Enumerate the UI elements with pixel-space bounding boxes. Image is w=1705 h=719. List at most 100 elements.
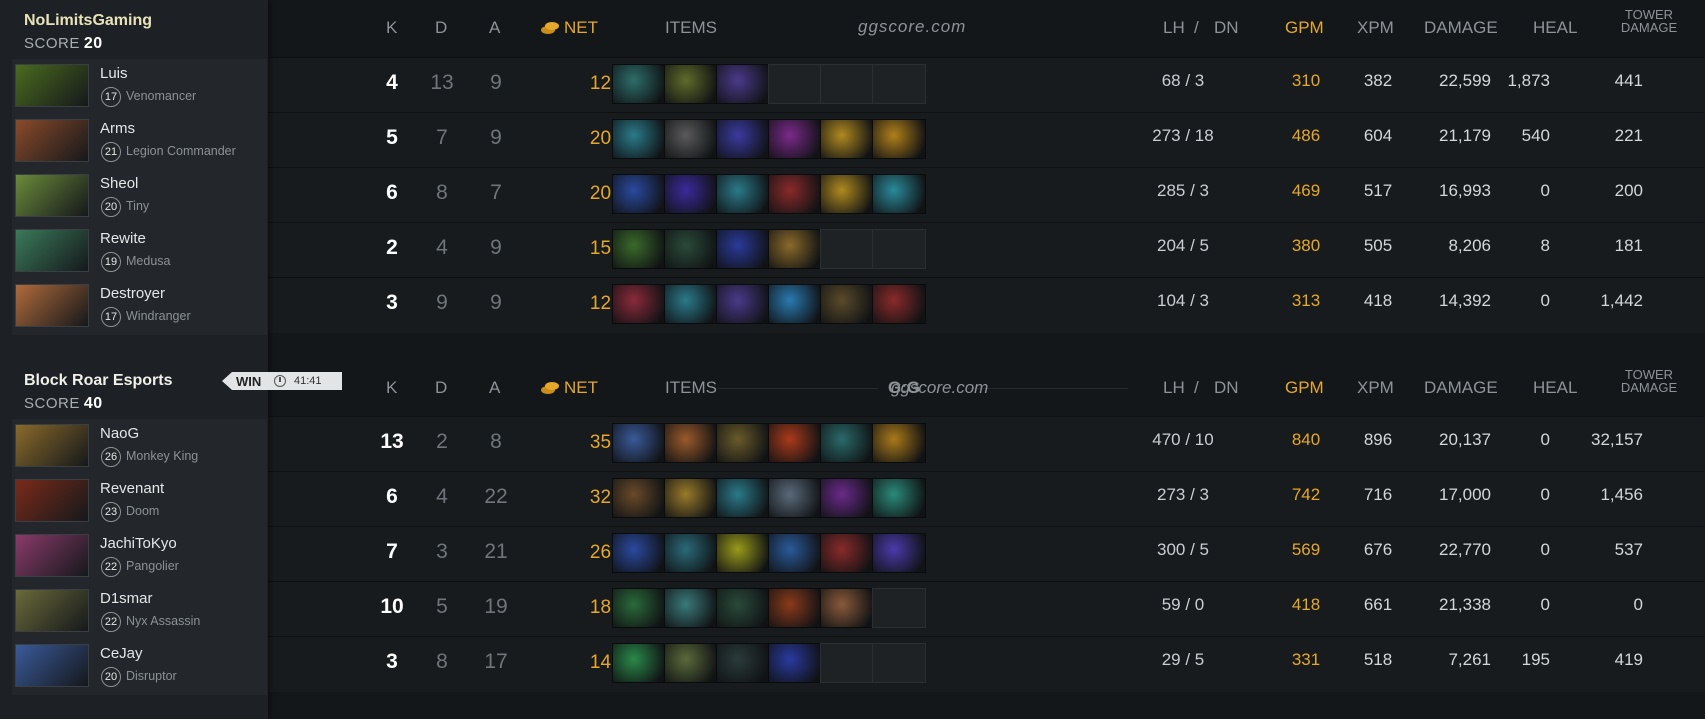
col-xpm[interactable]: XPM — [1357, 18, 1394, 38]
player-name[interactable]: Revenant — [100, 480, 164, 497]
item-icon[interactable] — [768, 533, 822, 573]
item-icon[interactable] — [612, 174, 666, 214]
col-gpm[interactable]: GPM — [1285, 18, 1324, 38]
item-icon[interactable] — [768, 588, 822, 628]
hero-portrait[interactable] — [15, 174, 89, 217]
player-name[interactable]: Arms — [100, 120, 135, 137]
hero-portrait[interactable] — [15, 64, 89, 107]
player-card[interactable]: Arms 21 Legion Commander — [12, 114, 267, 170]
item-icon[interactable] — [820, 174, 874, 214]
item-icon[interactable] — [716, 229, 770, 269]
col-deaths[interactable]: D — [435, 18, 447, 38]
col-last-hits[interactable]: LH — [1163, 378, 1185, 398]
col-heal[interactable]: HEAL — [1533, 378, 1577, 398]
item-icon[interactable] — [872, 284, 926, 324]
item-icon[interactable] — [664, 64, 718, 104]
item-icon[interactable] — [664, 174, 718, 214]
item-icon[interactable] — [872, 174, 926, 214]
item-icon[interactable] — [716, 533, 770, 573]
hero-portrait[interactable] — [15, 589, 89, 632]
hero-portrait[interactable] — [15, 229, 89, 272]
item-icon[interactable] — [664, 119, 718, 159]
item-icon[interactable] — [612, 533, 666, 573]
item-icon[interactable] — [664, 423, 718, 463]
item-icon[interactable] — [612, 284, 666, 324]
item-icon[interactable] — [820, 119, 874, 159]
player-card[interactable]: Rewite 19 Medusa — [12, 224, 267, 280]
item-icon[interactable] — [716, 643, 770, 683]
item-icon[interactable] — [820, 478, 874, 518]
item-icon[interactable] — [872, 533, 926, 573]
item-icon[interactable] — [612, 64, 666, 104]
col-assists[interactable]: A — [489, 18, 500, 38]
player-card[interactable]: Destroyer 17 Windranger — [12, 279, 267, 335]
player-card[interactable]: JachiToKyo 22 Pangolier — [12, 529, 267, 585]
item-icon[interactable] — [768, 643, 822, 683]
team-name[interactable]: Block Roar Esports — [24, 372, 172, 390]
item-icon[interactable] — [716, 478, 770, 518]
col-damage[interactable]: DAMAGE — [1424, 378, 1498, 398]
player-name[interactable]: CeJay — [100, 645, 143, 662]
hero-portrait[interactable] — [15, 644, 89, 687]
item-icon[interactable] — [820, 284, 874, 324]
item-icon[interactable] — [716, 174, 770, 214]
item-icon[interactable] — [716, 119, 770, 159]
hero-portrait[interactable] — [15, 424, 89, 467]
col-tower-damage[interactable]: TOWER DAMAGE — [1614, 8, 1684, 34]
player-card[interactable]: CeJay 20 Disruptor — [12, 639, 267, 695]
team-name[interactable]: NoLimitsGaming — [24, 12, 152, 30]
col-kills[interactable]: K — [386, 18, 397, 38]
item-icon[interactable] — [768, 423, 822, 463]
player-name[interactable]: Destroyer — [100, 285, 165, 302]
item-icon[interactable] — [768, 284, 822, 324]
item-icon[interactable] — [768, 119, 822, 159]
player-name[interactable]: JachiToKyo — [100, 535, 177, 552]
item-icon[interactable] — [612, 423, 666, 463]
col-deaths[interactable]: D — [435, 378, 447, 398]
item-icon[interactable] — [820, 588, 874, 628]
col-networth[interactable]: NET — [564, 18, 598, 38]
col-tower-damage[interactable]: TOWER DAMAGE — [1614, 368, 1684, 394]
item-icon[interactable] — [612, 229, 666, 269]
player-card[interactable]: Sheol 20 Tiny — [12, 169, 267, 225]
item-icon[interactable] — [664, 588, 718, 628]
item-icon[interactable] — [768, 229, 822, 269]
col-heal[interactable]: HEAL — [1533, 18, 1577, 38]
item-icon[interactable] — [664, 284, 718, 324]
col-denies[interactable]: DN — [1214, 378, 1239, 398]
player-name[interactable]: NaoG — [100, 425, 139, 442]
col-last-hits[interactable]: LH — [1163, 18, 1185, 38]
player-name[interactable]: Rewite — [100, 230, 146, 247]
item-icon[interactable] — [612, 643, 666, 683]
item-icon[interactable] — [872, 478, 926, 518]
item-icon[interactable] — [716, 588, 770, 628]
hero-portrait[interactable] — [15, 479, 89, 522]
item-icon[interactable] — [872, 423, 926, 463]
player-name[interactable]: Sheol — [100, 175, 138, 192]
col-networth[interactable]: NET — [564, 378, 598, 398]
item-icon[interactable] — [716, 284, 770, 324]
player-card[interactable]: D1smar 22 Nyx Assassin — [12, 584, 267, 640]
item-icon[interactable] — [664, 643, 718, 683]
col-damage[interactable]: DAMAGE — [1424, 18, 1498, 38]
col-gpm[interactable]: GPM — [1285, 378, 1324, 398]
col-kills[interactable]: K — [386, 378, 397, 398]
item-icon[interactable] — [664, 229, 718, 269]
hero-portrait[interactable] — [15, 284, 89, 327]
player-name[interactable]: D1smar — [100, 590, 153, 607]
item-icon[interactable] — [820, 533, 874, 573]
item-icon[interactable] — [872, 119, 926, 159]
hero-portrait[interactable] — [15, 534, 89, 577]
col-xpm[interactable]: XPM — [1357, 378, 1394, 398]
player-card[interactable]: Luis 17 Venomancer — [12, 59, 267, 115]
item-icon[interactable] — [768, 478, 822, 518]
item-icon[interactable] — [612, 119, 666, 159]
item-icon[interactable] — [820, 423, 874, 463]
item-icon[interactable] — [664, 478, 718, 518]
col-assists[interactable]: A — [489, 378, 500, 398]
player-name[interactable]: Luis — [100, 65, 128, 82]
item-icon[interactable] — [716, 64, 770, 104]
item-icon[interactable] — [612, 588, 666, 628]
col-denies[interactable]: DN — [1214, 18, 1239, 38]
item-icon[interactable] — [664, 533, 718, 573]
